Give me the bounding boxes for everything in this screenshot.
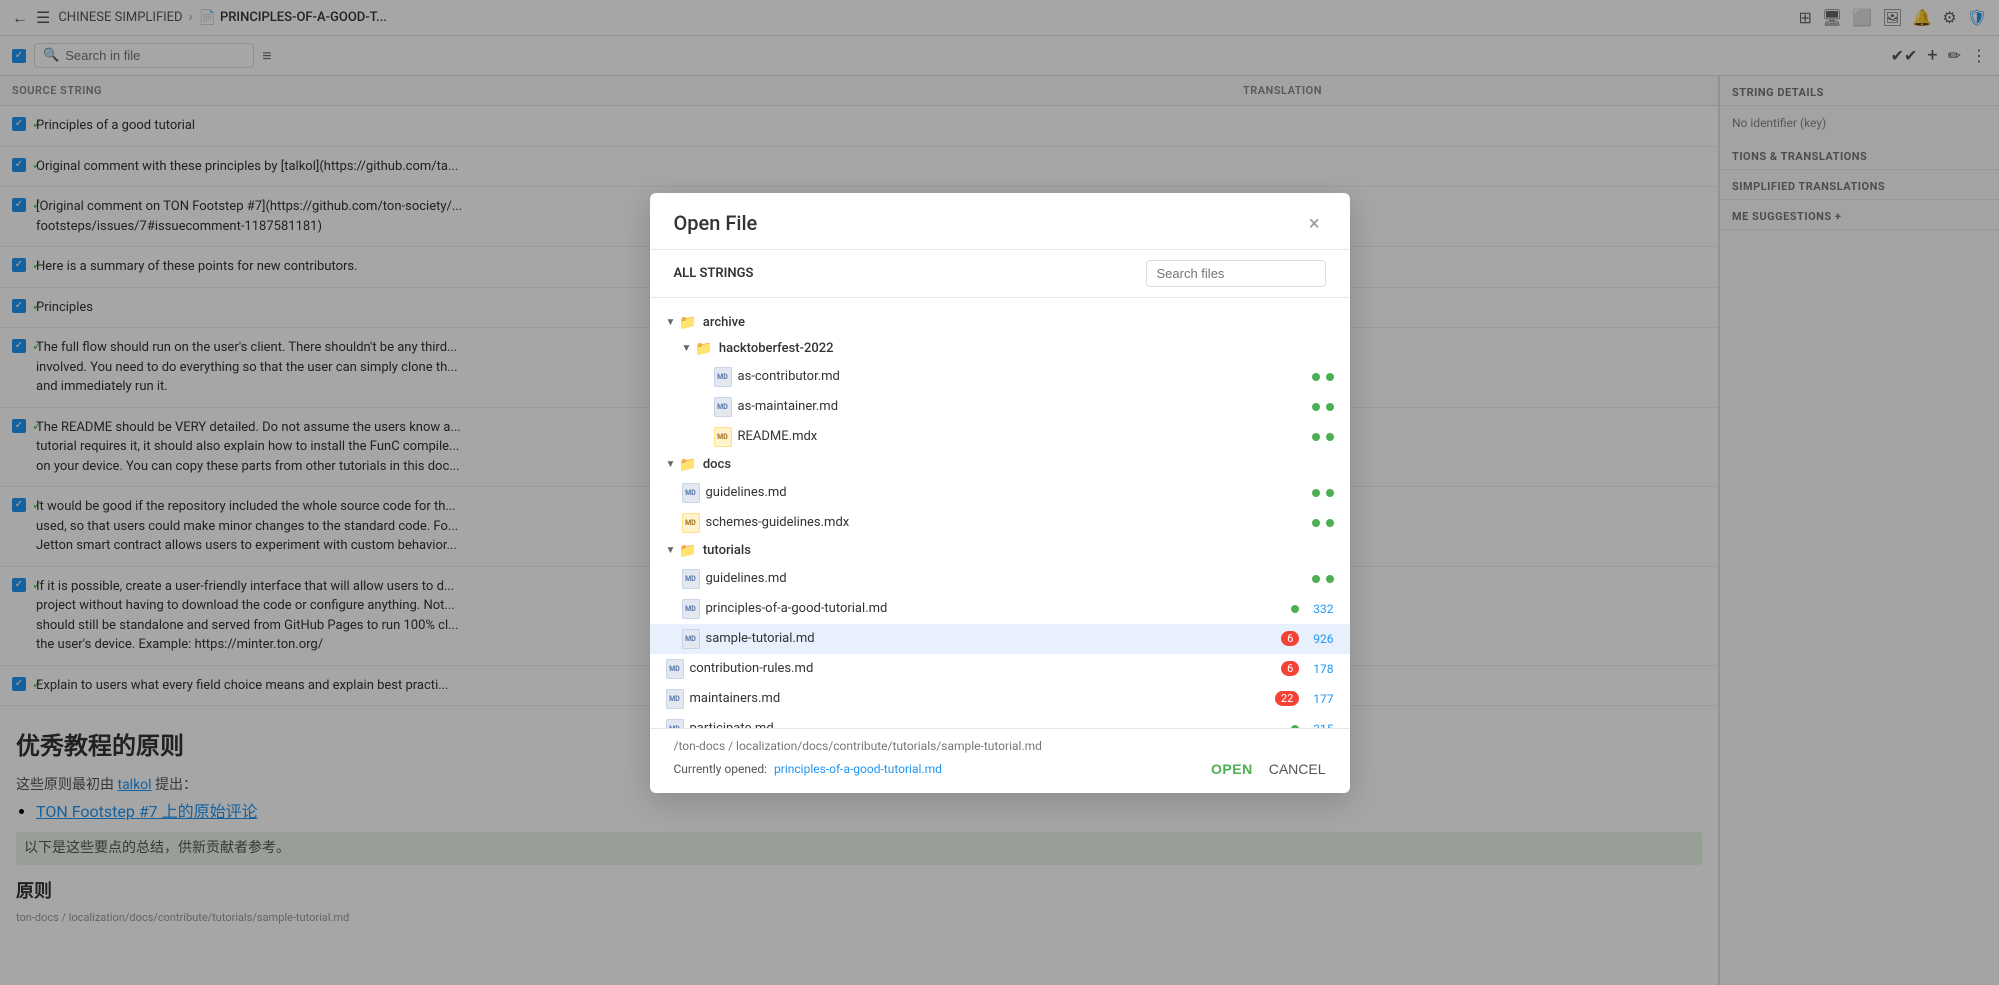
badge-translated — [1312, 519, 1320, 527]
folder-docs[interactable]: ▼ 📁 docs — [650, 452, 1350, 478]
file-as-contributor-label: as-contributor.md — [738, 369, 840, 384]
folder-icon: 📁 — [679, 457, 696, 473]
file-tree-body: ▼ 📁 archive ▼ 📁 hacktoberfest-2022 MD as… — [650, 298, 1350, 728]
folder-icon: 📁 — [679, 315, 696, 331]
file-guidelines-tutorials-label: guidelines.md — [706, 571, 787, 586]
badge-count: 926 — [1313, 632, 1333, 646]
badge-count: 178 — [1313, 662, 1333, 676]
dialog-footer: /ton-docs / localization/docs/contribute… — [650, 728, 1350, 793]
chevron-down-icon: ▼ — [666, 317, 676, 328]
mdx-file-icon: MD — [714, 427, 732, 447]
folder-icon: 📁 — [695, 341, 712, 357]
badge-reviewed — [1326, 403, 1334, 411]
folder-archive[interactable]: ▼ 📁 archive — [650, 310, 1350, 336]
file-schemes-guidelines[interactable]: MD schemes-guidelines.mdx — [650, 508, 1350, 538]
badge-errors: 6 — [1281, 631, 1299, 646]
badge-errors: 6 — [1281, 661, 1299, 676]
folder-hacktoberfest-label: hacktoberfest-2022 — [719, 341, 834, 356]
file-maintainers[interactable]: MD maintainers.md 22 177 — [650, 684, 1350, 714]
chevron-down-icon: ▼ — [682, 343, 692, 354]
file-guidelines[interactable]: MD guidelines.md — [650, 478, 1350, 508]
badge-translated — [1312, 575, 1320, 583]
mdx-file-icon: MD — [682, 513, 700, 533]
file-as-contributor[interactable]: MD as-contributor.md — [650, 362, 1350, 392]
currently-opened-link[interactable]: principles-of-a-good-tutorial.md — [774, 762, 942, 776]
badge-translated — [1312, 433, 1320, 441]
md-file-icon: MD — [682, 599, 700, 619]
badge-count: 332 — [1313, 602, 1333, 616]
badge-translated — [1312, 373, 1320, 381]
md-file-icon: MD — [666, 659, 684, 679]
file-readme-label: README.mdx — [738, 429, 818, 444]
chevron-down-icon: ▼ — [666, 459, 676, 470]
dialog-current-file: Currently opened: principles-of-a-good-t… — [674, 762, 942, 776]
badge-translated — [1291, 605, 1299, 613]
file-schemes-guidelines-label: schemes-guidelines.mdx — [706, 515, 850, 530]
all-strings-label: ALL STRINGS — [674, 266, 754, 281]
file-participate[interactable]: MD participate.md 315 — [650, 714, 1350, 728]
file-principles-label: principles-of-a-good-tutorial.md — [706, 601, 888, 616]
file-contribution-rules[interactable]: MD contribution-rules.md 6 178 — [650, 654, 1350, 684]
md-file-icon: MD — [666, 689, 684, 709]
currently-opened-label: Currently opened: — [674, 762, 768, 776]
file-guidelines-label: guidelines.md — [706, 485, 787, 500]
badge-reviewed — [1326, 519, 1334, 527]
file-maintainers-label: maintainers.md — [690, 691, 781, 706]
open-button[interactable]: OPEN — [1211, 761, 1253, 777]
md-file-icon: MD — [666, 719, 684, 728]
file-guidelines-tutorials[interactable]: MD guidelines.md — [650, 564, 1350, 594]
dialog-toolbar: ALL STRINGS — [650, 250, 1350, 298]
open-file-dialog: Open File × ALL STRINGS ▼ 📁 archive ▼ 📁 … — [650, 193, 1350, 793]
badge-reviewed — [1326, 489, 1334, 497]
file-readme-mdx[interactable]: MD README.mdx — [650, 422, 1350, 452]
chevron-down-icon: ▼ — [666, 545, 676, 556]
badge-translated — [1312, 489, 1320, 497]
md-file-icon: MD — [714, 367, 732, 387]
search-files-input[interactable] — [1146, 260, 1326, 287]
folder-icon: 📁 — [679, 543, 696, 559]
md-file-icon: MD — [714, 397, 732, 417]
close-button[interactable]: × — [1303, 211, 1326, 235]
md-file-icon: MD — [682, 629, 700, 649]
folder-archive-label: archive — [703, 315, 745, 330]
badge-translated — [1312, 403, 1320, 411]
dialog-header: Open File × — [650, 193, 1350, 250]
folder-tutorials-label: tutorials — [703, 543, 751, 558]
file-principles[interactable]: MD principles-of-a-good-tutorial.md 332 — [650, 594, 1350, 624]
folder-tutorials[interactable]: ▼ 📁 tutorials — [650, 538, 1350, 564]
file-sample-tutorial-label: sample-tutorial.md — [706, 631, 815, 646]
badge-reviewed — [1326, 433, 1334, 441]
file-as-maintainer[interactable]: MD as-maintainer.md — [650, 392, 1350, 422]
file-dialog-overlay: Open File × ALL STRINGS ▼ 📁 archive ▼ 📁 … — [0, 0, 1999, 985]
dialog-title: Open File — [674, 211, 758, 235]
badge-reviewed — [1326, 373, 1334, 381]
folder-docs-label: docs — [703, 457, 731, 472]
file-sample-tutorial[interactable]: MD sample-tutorial.md 6 926 — [650, 624, 1350, 654]
badge-count: 177 — [1313, 692, 1333, 706]
dialog-actions: OPEN CANCEL — [1211, 761, 1325, 777]
cancel-button[interactable]: CANCEL — [1269, 761, 1326, 777]
badge-errors: 22 — [1275, 691, 1299, 706]
dialog-path: /ton-docs / localization/docs/contribute… — [674, 739, 1326, 753]
md-file-icon: MD — [682, 569, 700, 589]
badge-reviewed — [1326, 575, 1334, 583]
md-file-icon: MD — [682, 483, 700, 503]
folder-hacktoberfest[interactable]: ▼ 📁 hacktoberfest-2022 — [650, 336, 1350, 362]
file-as-maintainer-label: as-maintainer.md — [738, 399, 839, 414]
file-tree: ▼ 📁 archive ▼ 📁 hacktoberfest-2022 MD as… — [650, 306, 1350, 728]
file-contribution-rules-label: contribution-rules.md — [690, 661, 814, 676]
